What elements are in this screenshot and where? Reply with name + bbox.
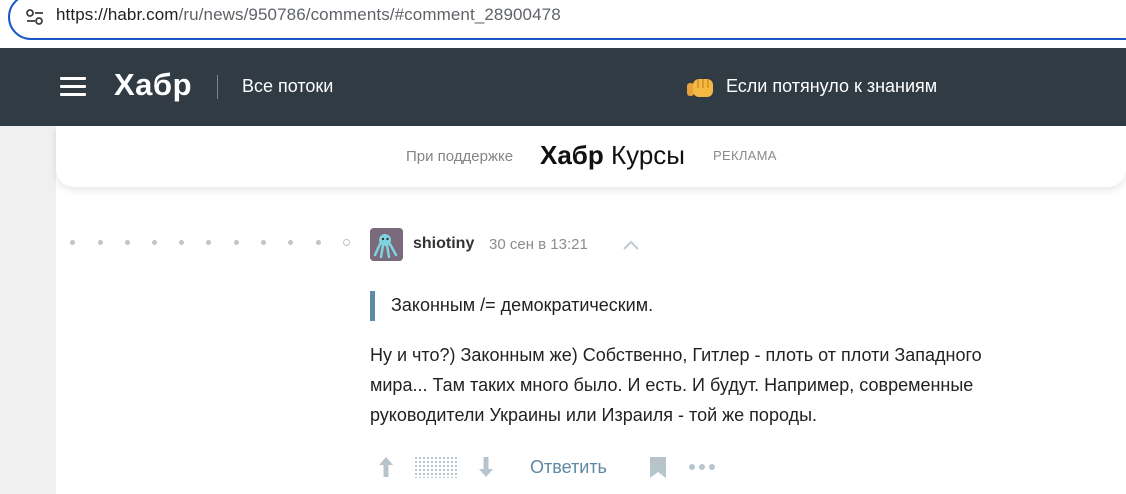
arrow-up-icon[interactable]: [376, 455, 396, 479]
chevron-up-icon[interactable]: [621, 236, 641, 254]
avatar[interactable]: [370, 228, 403, 261]
sponsor-banner[interactable]: При поддержке Хабр Курсы РЕКЛАМА: [56, 126, 1126, 187]
url-text[interactable]: https://habr.com/ru/news/950786/comments…: [56, 5, 561, 25]
comment-timestamp[interactable]: 30 сен в 13:21: [489, 236, 588, 253]
thread-dot: [179, 240, 184, 245]
reply-button[interactable]: Ответить: [530, 457, 607, 478]
site-header: Хабр Все потоки Если потянуло к знаниям: [0, 48, 1126, 126]
thread-dot: [316, 240, 321, 245]
bookmark-icon[interactable]: [649, 456, 667, 479]
ad-label: РЕКЛАМА: [713, 148, 777, 163]
site-settings-icon[interactable]: [24, 6, 46, 28]
thread-dot: [206, 240, 211, 245]
comment-line: мира... Там таких много было. И есть. И …: [370, 375, 974, 395]
fist-emoji-icon: [687, 79, 713, 97]
url-path: /ru/news/950786/comments/#comment_289004…: [178, 5, 561, 24]
url-host: https://habr.com: [56, 5, 179, 24]
comment-author[interactable]: shiotiny: [413, 235, 474, 253]
thread-dot: [288, 240, 293, 245]
thread-dot: [70, 240, 75, 245]
arrow-down-icon[interactable]: [476, 455, 496, 479]
thread-dot: [125, 240, 130, 245]
thread-dot: [98, 240, 103, 245]
header-divider: [217, 75, 218, 99]
thread-dot: [152, 240, 157, 245]
octopus-avatar-icon: [370, 228, 403, 261]
thread-depth-indicator: [68, 238, 358, 248]
browser-toolbar: https://habr.com/ru/news/950786/comments…: [0, 0, 1126, 48]
support-text: При поддержке: [406, 148, 514, 165]
more-dots-icon[interactable]: [688, 462, 718, 472]
habr-logo[interactable]: Хабр: [114, 67, 192, 103]
thread-dot: [261, 240, 266, 245]
habr-kursy-logo[interactable]: Хабр Курсы: [540, 140, 685, 171]
comment-line: Ну и что?) Законным же) Собственно, Гитл…: [370, 345, 982, 365]
comment-score-hidden: [414, 456, 458, 478]
comment-quote: Законным /= демократическим.: [391, 295, 654, 315]
kursy-logo-rest: Курсы: [610, 140, 685, 170]
comment-line: руководители Украины или Израиля - той ж…: [370, 405, 818, 425]
thread-dot-current: [343, 239, 350, 246]
comment-body: Ну и что?) Законным же) Собственно, Гитл…: [370, 340, 1110, 430]
thread-dot: [234, 240, 239, 245]
kursy-logo-bold: Хабр: [540, 140, 604, 170]
all-flows-link[interactable]: Все потоки: [242, 76, 333, 97]
address-bar[interactable]: https://habr.com/ru/news/950786/comments…: [8, 0, 1126, 40]
quote-bar: [370, 291, 375, 321]
promo-label: Если потянуло к знаниям: [726, 76, 938, 96]
menu-icon[interactable]: [60, 77, 86, 97]
